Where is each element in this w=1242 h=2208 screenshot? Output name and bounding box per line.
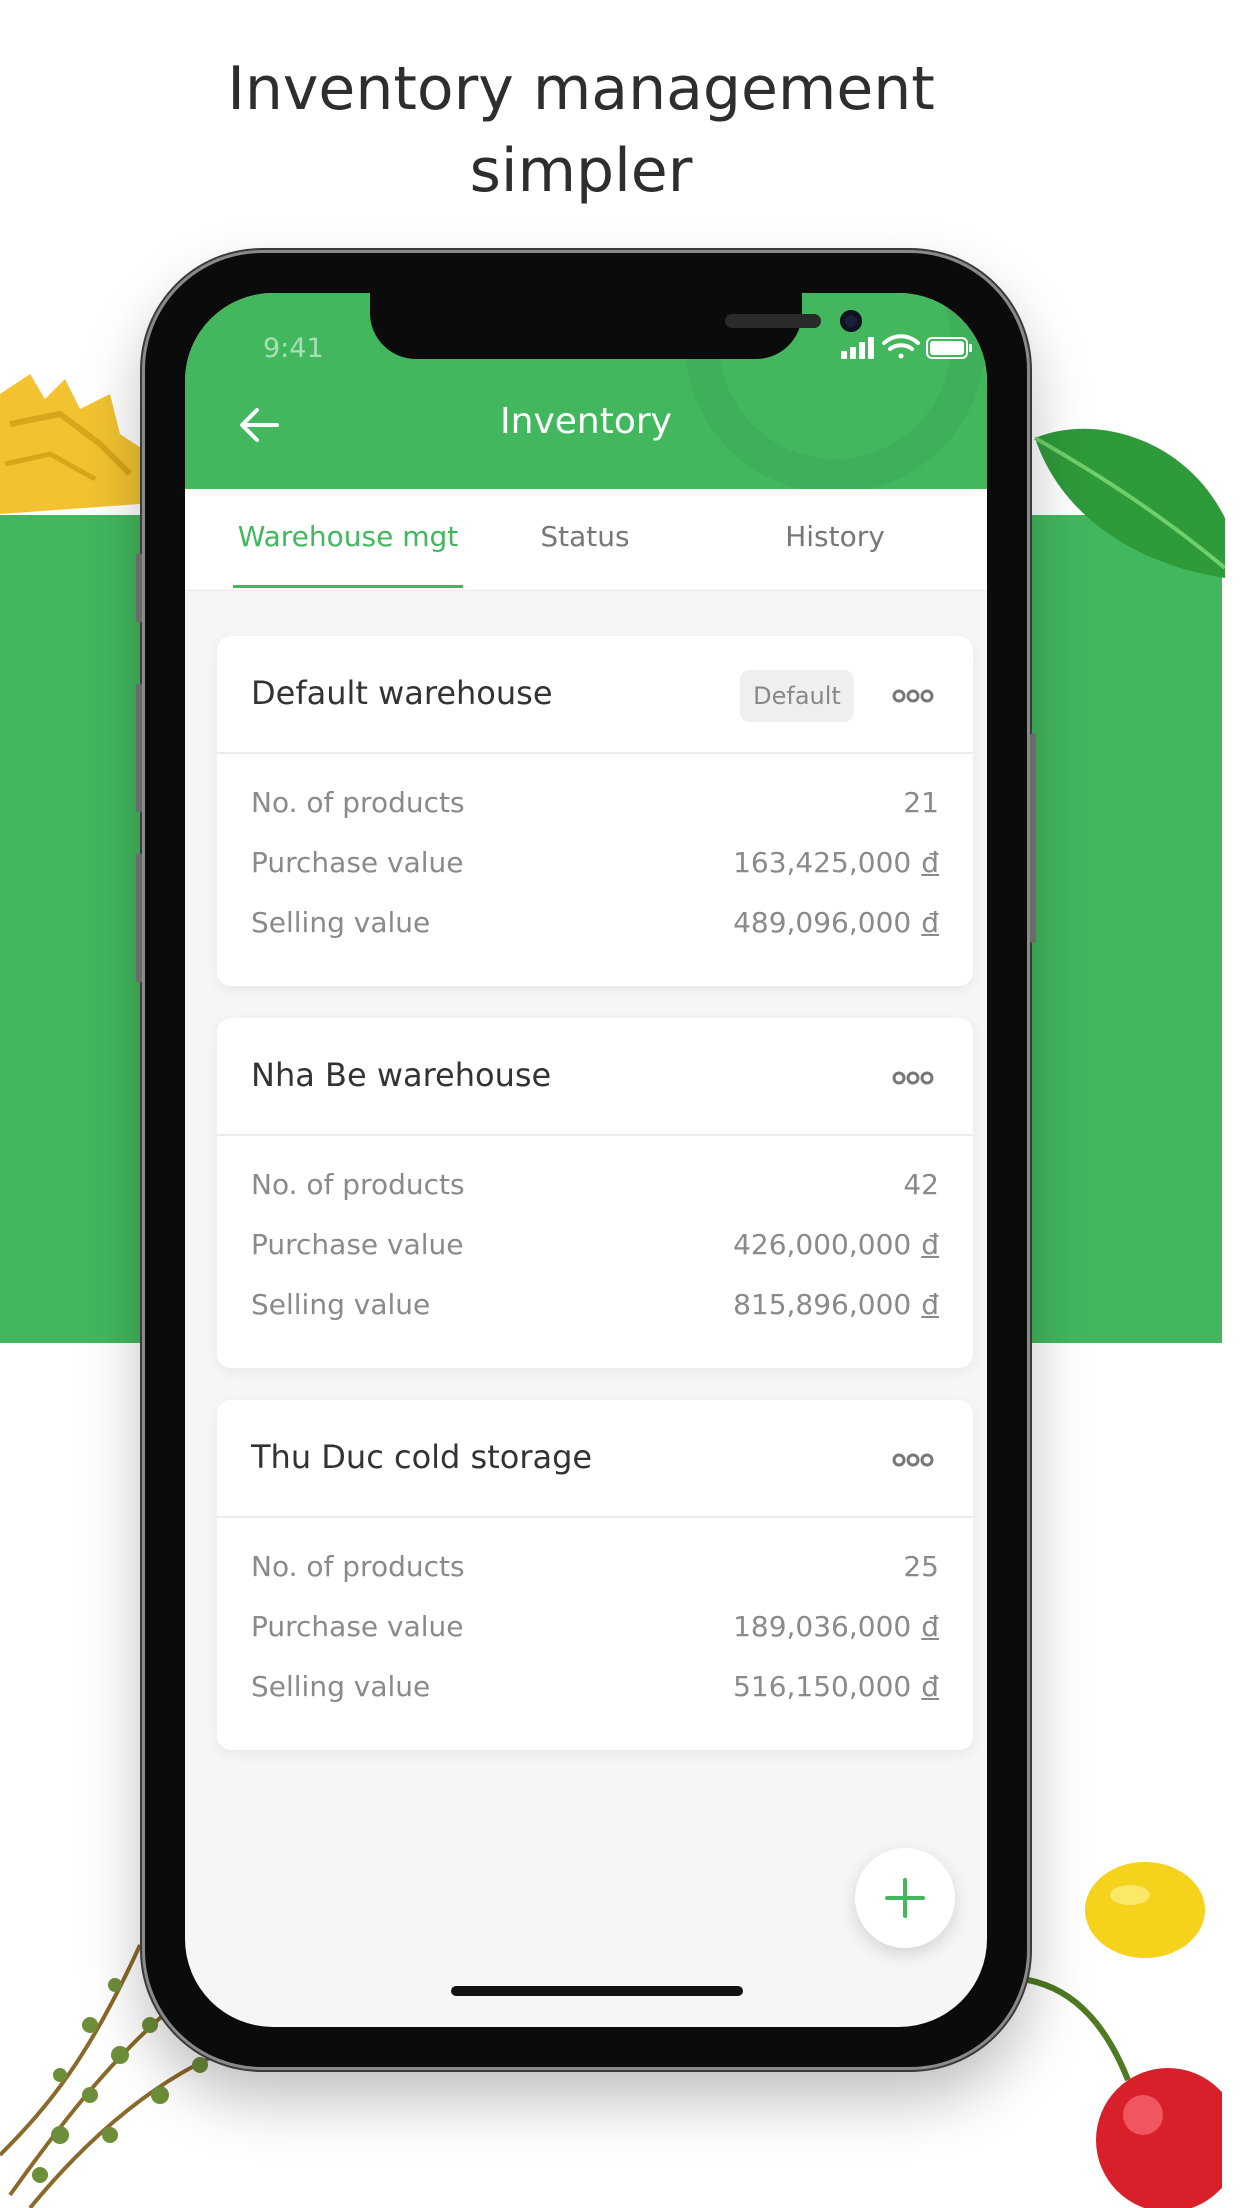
- plus-icon: [885, 1878, 925, 1918]
- wifi-icon: [882, 334, 920, 359]
- lemon-decoration: [1085, 1862, 1205, 1958]
- stat-label: Purchase value: [251, 1228, 464, 1261]
- stat-value: 21: [903, 786, 939, 819]
- card-header: Default warehouse Default: [217, 636, 973, 754]
- phone-frame: 9:41 Inventory Warehouse mgt Status Hist…: [136, 250, 1036, 2070]
- stat-row: Selling value 489,096,000 đ: [251, 906, 939, 946]
- tab-history[interactable]: History: [720, 489, 950, 591]
- stat-value: 189,036,000 đ: [733, 1610, 939, 1643]
- stat-row: No. of products 42: [251, 1168, 939, 1208]
- home-indicator: [451, 1986, 743, 1996]
- stat-value: 815,896,000 đ: [733, 1288, 939, 1321]
- currency-symbol: đ: [921, 1288, 939, 1321]
- tab-status[interactable]: Status: [475, 489, 695, 591]
- stat-row: No. of products 21: [251, 786, 939, 826]
- warehouse-name: Default warehouse: [251, 674, 553, 712]
- page-title: Inventory: [500, 401, 672, 442]
- app-screen: 9:41 Inventory Warehouse mgt Status Hist…: [185, 293, 987, 2027]
- stat-label: Purchase value: [251, 1610, 464, 1643]
- default-badge: Default: [740, 670, 854, 722]
- stat-row: Purchase value 189,036,000 đ: [251, 1610, 939, 1650]
- currency-symbol: đ: [921, 906, 939, 939]
- stat-value: 426,000,000 đ: [733, 1228, 939, 1261]
- status-icons: [841, 334, 972, 359]
- warehouse-card[interactable]: Thu Duc cold storage No. of products 25 …: [217, 1400, 973, 1750]
- more-dots-icon[interactable]: [891, 1066, 935, 1090]
- warehouse-name: Nha Be warehouse: [251, 1056, 552, 1094]
- stat-label: No. of products: [251, 1168, 465, 1201]
- currency-symbol: đ: [921, 1670, 939, 1703]
- stat-value: 163,425,000 đ: [733, 846, 939, 879]
- warehouse-card[interactable]: Default warehouse Default No. of product…: [217, 636, 973, 986]
- status-time: 9:41: [263, 333, 324, 364]
- stat-row: Selling value 815,896,000 đ: [251, 1288, 939, 1328]
- notch: [370, 293, 862, 359]
- stat-row: Purchase value 426,000,000 đ: [251, 1228, 939, 1268]
- card-header: Thu Duc cold storage: [217, 1400, 973, 1518]
- stat-value: 489,096,000 đ: [733, 906, 939, 939]
- warehouse-name: Thu Duc cold storage: [251, 1438, 593, 1476]
- stat-label: No. of products: [251, 1550, 465, 1583]
- stat-row: No. of products 25: [251, 1550, 939, 1590]
- stat-value: 25: [903, 1550, 939, 1583]
- more-dots-icon[interactable]: [891, 684, 935, 708]
- stat-label: Selling value: [251, 906, 431, 939]
- more-dots-icon[interactable]: [891, 1448, 935, 1472]
- stat-label: No. of products: [251, 786, 465, 819]
- pasta-decoration: [0, 374, 150, 514]
- stat-value: 516,150,000 đ: [733, 1670, 939, 1703]
- currency-symbol: đ: [921, 1610, 939, 1643]
- stat-row: Purchase value 163,425,000 đ: [251, 846, 939, 886]
- tab-warehouse-mgt[interactable]: Warehouse mgt: [213, 489, 483, 591]
- headline: Inventory management simpler: [0, 48, 1162, 212]
- currency-symbol: đ: [921, 846, 939, 879]
- signal-icon: [841, 337, 874, 359]
- cherry-decoration: [1027, 1977, 1222, 2208]
- tab-bar: Warehouse mgt Status History: [185, 489, 987, 591]
- warehouse-card[interactable]: Nha Be warehouse No. of products 42 Purc…: [217, 1018, 973, 1368]
- card-header: Nha Be warehouse: [217, 1018, 973, 1136]
- stat-label: Purchase value: [251, 846, 464, 879]
- leaf-decoration: [1034, 428, 1225, 578]
- headline-line-1: Inventory management: [227, 54, 935, 124]
- active-tab-indicator: [233, 585, 463, 588]
- stat-row: Selling value 516,150,000 đ: [251, 1670, 939, 1710]
- add-warehouse-button[interactable]: [855, 1848, 955, 1948]
- headline-line-2: simpler: [469, 136, 693, 206]
- stat-label: Selling value: [251, 1288, 431, 1321]
- stat-value: 42: [903, 1168, 939, 1201]
- stat-label: Selling value: [251, 1670, 431, 1703]
- battery-icon: [926, 337, 972, 359]
- currency-symbol: đ: [921, 1228, 939, 1261]
